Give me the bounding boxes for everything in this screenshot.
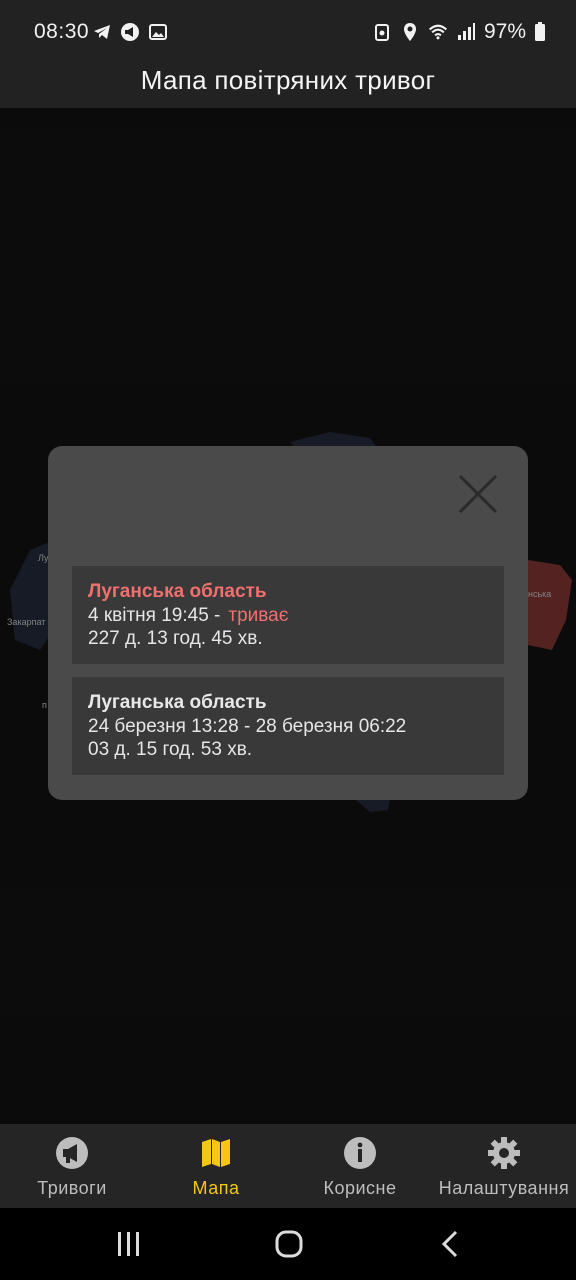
image-icon: [149, 24, 167, 40]
location-icon: [403, 23, 416, 41]
cast-icon: [374, 24, 389, 41]
signal-icon: [457, 23, 475, 40]
map-icon: [202, 1139, 230, 1167]
status-time: 08:30: [34, 20, 90, 43]
home-icon[interactable]: [268, 1226, 308, 1262]
info-icon: [344, 1137, 376, 1169]
telegram-icon: [94, 25, 110, 39]
wifi-icon: [428, 24, 447, 40]
back-icon[interactable]: [430, 1226, 470, 1262]
alert-period-start: 4 квітня 19:45 -: [88, 605, 221, 626]
battery-icon: [535, 22, 545, 41]
nav-label: Мапа: [192, 1178, 240, 1198]
nav-item-map[interactable]: Мапа: [144, 1124, 288, 1208]
alert-region: Луганська область: [88, 581, 267, 602]
alert-status-ongoing: триває: [228, 605, 289, 626]
battery-percent: 97%: [483, 20, 526, 43]
broadcast-icon: [121, 23, 139, 41]
megaphone-icon: [56, 1137, 88, 1169]
close-icon[interactable]: [456, 472, 500, 516]
alert-card-active: Луганська область 4 квітня 19:45 - триває…: [72, 566, 504, 664]
nav-label: Тривоги: [37, 1178, 107, 1198]
app-header: Мапа повітряних тривог: [0, 62, 576, 108]
nav-item-alerts[interactable]: Тривоги: [0, 1124, 144, 1208]
alert-duration: 03 д. 15 год. 53 хв.: [88, 739, 253, 760]
nav-item-useful[interactable]: Корисне: [288, 1124, 432, 1208]
alert-card-past: Луганська область 24 березня 13:28 - 28 …: [72, 677, 504, 775]
alert-region: Луганська область: [88, 692, 267, 713]
nav-label: Корисне: [323, 1178, 397, 1198]
page-title: Мапа повітряних тривог: [140, 65, 436, 95]
system-nav-bar: [0, 1208, 576, 1280]
alert-period: 24 березня 13:28 - 28 березня 06:22: [88, 716, 407, 737]
recents-icon[interactable]: [108, 1226, 148, 1262]
bottom-nav: Тривоги Мапа Корисне Налаштування: [0, 1124, 576, 1208]
gear-icon: [488, 1137, 520, 1169]
status-right: 97%: [372, 20, 546, 44]
status-left-icons: [92, 22, 168, 42]
alert-period: 4 квітня 19:45 - триває: [88, 604, 488, 627]
nav-label: Налаштування: [438, 1178, 570, 1198]
status-bar: 08:30 97%: [0, 0, 576, 62]
alert-history-dialog: Луганська область 4 квітня 19:45 - триває…: [48, 446, 528, 800]
alert-duration: 227 д. 13 год. 45 хв.: [88, 628, 263, 649]
nav-item-settings[interactable]: Налаштування: [432, 1124, 576, 1208]
